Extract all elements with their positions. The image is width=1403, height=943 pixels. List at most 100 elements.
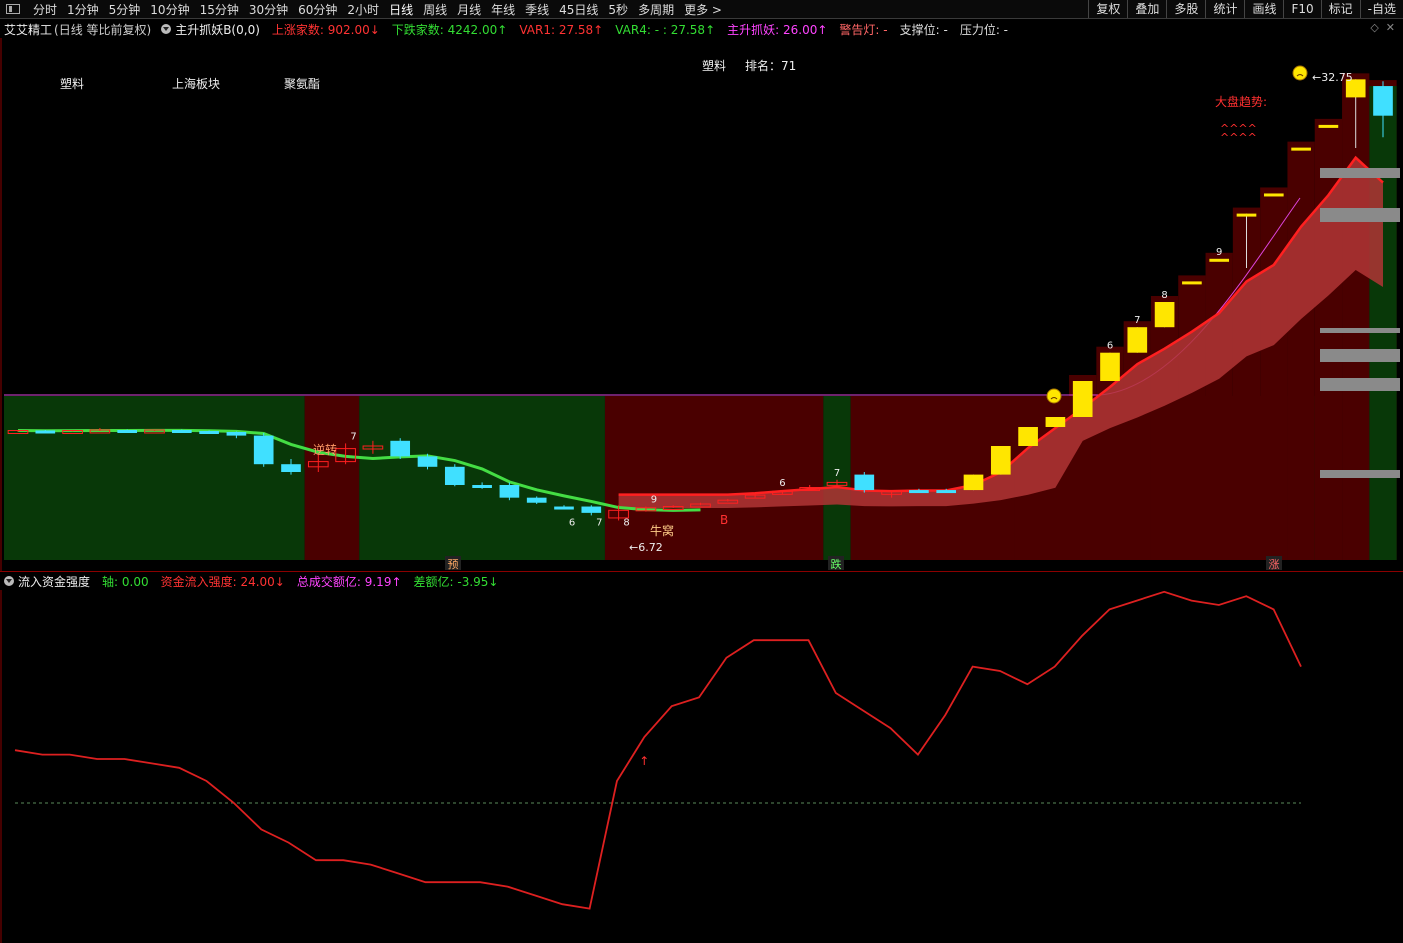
face-icon-0 [1046, 388, 1062, 404]
candle-body-43 [1182, 281, 1202, 285]
candle-body-33 [909, 490, 929, 494]
candle-number-7: 6 [1107, 341, 1113, 352]
candle-number-8: 7 [1134, 315, 1140, 326]
candle-number-10: 9 [1216, 247, 1222, 258]
value-4: 主升抓妖: 26.00↑ [727, 22, 828, 37]
period-tab-9[interactable]: 周线 [418, 1, 452, 18]
candle-body-19 [526, 497, 547, 503]
candle-body-4 [117, 430, 138, 433]
tool-button-7[interactable]: -自选 [1359, 0, 1403, 18]
zone-3 [604, 396, 824, 560]
candle-body-34 [936, 490, 957, 494]
panel-toggle-icon[interactable] [6, 4, 20, 14]
main-chart-header: 艾艾精工 (日线 等比前复权) 主升抓妖B(0,0) 上涨家数: 902.00↓… [0, 20, 1020, 38]
kline-chart[interactable]: 76 7 89676789逆转牛窝B←6.72←32.75大盘趋势:^^^^^^^^… [0, 38, 1403, 572]
period-tab-2[interactable]: 5分钟 [104, 1, 146, 18]
candle-number-0: 7 [350, 431, 356, 442]
zone-0 [4, 396, 305, 560]
period-tab-7[interactable]: 2小时 [342, 1, 384, 18]
period-tab-8[interactable]: 日线 [384, 1, 418, 18]
tool-button-1[interactable]: 叠加 [1127, 0, 1166, 18]
high-price-label: ←32.75 [1312, 71, 1353, 84]
candle-number-1: 6 [569, 517, 575, 528]
indicator-dropdown-icon[interactable] [161, 24, 172, 34]
period-tab-1[interactable]: 1分钟 [62, 1, 104, 18]
period-tab-10[interactable]: 月线 [452, 1, 486, 18]
indicator-values: 上涨家数: 902.00↓ 下跌家数: 4242.00↑ VAR1: 27.58↑ V… [266, 21, 1014, 38]
zone-2 [359, 396, 605, 560]
period-tab-16[interactable]: 更多 > [679, 1, 727, 18]
indicator-name[interactable]: 主升抓妖B(0,0) [175, 21, 260, 38]
value-2: 总成交额亿: 9.19↑ [296, 574, 402, 589]
candle-body-40 [1100, 352, 1120, 381]
tool-button-0[interactable]: 复权 [1088, 0, 1127, 18]
die-marker: 跌 [831, 557, 842, 571]
close-icon[interactable]: ✕ [1386, 21, 1395, 34]
period-tab-15[interactable]: 多周期 [633, 1, 679, 18]
candle-body-46 [1263, 193, 1284, 197]
b-marker: B [720, 513, 728, 527]
period-tab-3[interactable]: 10分钟 [145, 1, 194, 18]
period-tab-5[interactable]: 30分钟 [244, 1, 293, 18]
candle-number-9: 8 [1161, 290, 1167, 301]
value-7: 压力位: - [959, 22, 1009, 37]
candle-body-47 [1291, 147, 1311, 151]
yu-marker: 预 [448, 558, 459, 571]
period-tab-0[interactable]: 分时 [28, 1, 62, 18]
candle-body-8 [226, 432, 247, 436]
candle-body-44 [1209, 258, 1230, 262]
flow-strength-chart[interactable]: ↑ [0, 590, 1403, 943]
arrows-label-2: ^^^^ [1220, 131, 1257, 144]
candle-body-48 [1318, 124, 1339, 128]
sector-label-2: 上海板块 [172, 77, 221, 91]
candle-body-38 [1045, 417, 1066, 427]
profile-bar-5 [1320, 470, 1400, 478]
sub-indicator-dropdown-icon[interactable] [4, 576, 14, 586]
candle-body-9 [253, 435, 274, 465]
sub-indicator-name[interactable]: 流入资金强度 [18, 573, 90, 590]
window-controls: ◇ ✕ [1370, 21, 1395, 34]
period-toolbar: 分时 1分钟 5分钟 10分钟 15分钟 30分钟 60分钟 2小时 日线 周线 月线 年线 季线 45日… [0, 0, 1403, 19]
candle-number-4: 9 [651, 495, 657, 506]
sector-label-3: 聚氨酯 [284, 77, 321, 91]
chart-mode: (日线 等比前复权) [54, 22, 152, 37]
tool-button-5[interactable]: F10 [1283, 0, 1320, 18]
rise-area-43 [1178, 275, 1206, 560]
face-icon-1 [1292, 65, 1308, 81]
candle-body-31 [854, 474, 875, 491]
period-tab-14[interactable]: 5秒 [603, 1, 633, 18]
sector-label-1: 塑料 [60, 77, 85, 91]
period-tab-13[interactable]: 45日线 [554, 1, 603, 18]
period-tabs: 分时 1分钟 5分钟 10分钟 15分钟 30分钟 60分钟 2小时 日线 周线 月线 年线 季线 45日… [28, 1, 727, 18]
candle-body-37 [1018, 427, 1038, 446]
tool-button-3[interactable]: 统计 [1205, 0, 1244, 18]
period-tab-6[interactable]: 60分钟 [293, 1, 342, 18]
tool-button-2[interactable]: 多股 [1166, 0, 1205, 18]
value-0: 上涨家数: 902.00↓ [271, 22, 380, 37]
zhang-marker: 涨 [1269, 558, 1280, 571]
value-1: 下跌家数: 4242.00↑ [391, 22, 508, 37]
diamond-icon[interactable]: ◇ [1370, 21, 1378, 34]
tool-button-6[interactable]: 标记 [1320, 0, 1360, 18]
flow-up-arrow: ↑ [639, 754, 649, 768]
stock-name: 艾艾精工 [4, 22, 53, 37]
value-3: 差额亿: -3.95↓ [413, 574, 499, 589]
period-tab-12[interactable]: 季线 [520, 1, 554, 18]
tool-button-4[interactable]: 画线 [1244, 0, 1283, 18]
candle-body-45 [1236, 213, 1257, 217]
candle-body-1 [35, 430, 56, 434]
rise-area-41 [1123, 321, 1151, 560]
candle-body-20 [554, 506, 574, 510]
candle-body-7 [199, 431, 219, 434]
value-1: 资金流入强度: 24.00↓ [160, 574, 285, 589]
rank-label: 排名：71 [745, 59, 797, 73]
period-tab-4[interactable]: 15分钟 [195, 1, 244, 18]
right-tools: 复权 叠加 多股 统计 画线 F10 标记 -自选 [1088, 0, 1403, 18]
candle-body-42 [1154, 302, 1175, 328]
period-tab-11[interactable]: 年线 [486, 1, 520, 18]
candle-body-35 [963, 474, 984, 491]
value-3: VAR4: - : 27.58↑ [615, 22, 716, 37]
flow-strength-line [14, 590, 1302, 910]
profile-bar-2 [1320, 328, 1400, 333]
profile-bar-4 [1320, 378, 1400, 391]
